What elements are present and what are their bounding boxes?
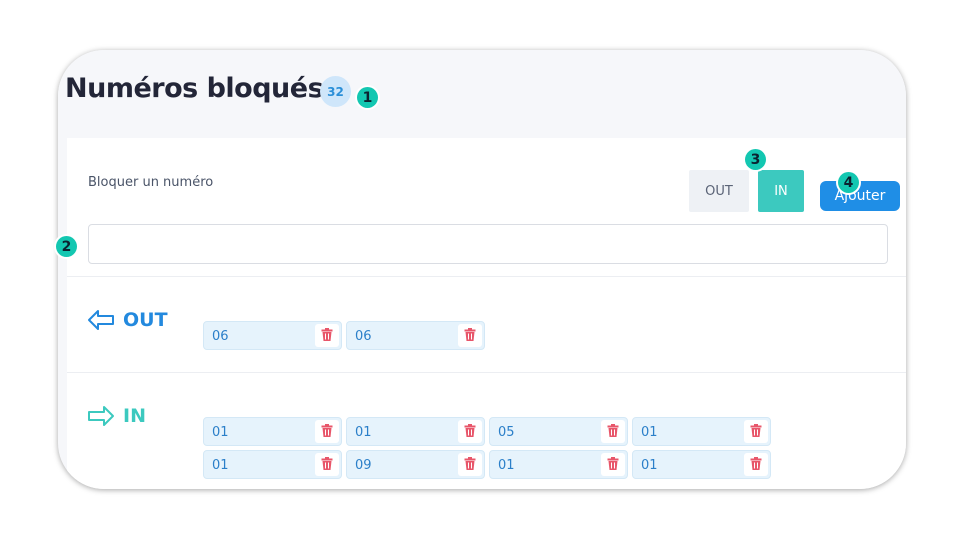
section-out-title: OUT [123, 309, 168, 331]
app-window: Numéros bloqués 32 Bloquer un numéro OUT… [58, 50, 906, 489]
trash-icon [321, 327, 333, 344]
number-value: 01 [212, 458, 229, 473]
number-chip: 01 [632, 450, 771, 479]
trash-icon [321, 423, 333, 440]
callout-marker-3: 3 [745, 149, 766, 170]
number-chip: 01 [632, 417, 771, 446]
delete-button[interactable] [315, 324, 339, 347]
number-chip: 01 [346, 417, 485, 446]
count-badge: 32 [320, 76, 351, 107]
delete-button[interactable] [458, 420, 482, 443]
trash-icon [750, 456, 762, 473]
callout-marker-4: 4 [838, 172, 859, 193]
divider [67, 372, 906, 373]
number-chip: 05 [489, 417, 628, 446]
trash-icon [464, 456, 476, 473]
number-value: 01 [498, 458, 515, 473]
out-number-list: 06 06 [203, 321, 771, 350]
callout-marker-1: 1 [357, 87, 378, 108]
delete-button[interactable] [458, 324, 482, 347]
number-value: 01 [641, 458, 658, 473]
number-chip: 09 [346, 450, 485, 479]
number-chip: 01 [489, 450, 628, 479]
direction-out-button[interactable]: OUT [689, 170, 749, 212]
section-in-header: IN [87, 405, 146, 427]
trash-icon [464, 423, 476, 440]
add-button[interactable]: Ajouter [820, 181, 900, 211]
number-value: 06 [212, 329, 229, 344]
block-panel: Bloquer un numéro OUT IN Ajouter OUT 06 [67, 138, 906, 489]
number-value: 09 [355, 458, 372, 473]
direction-in-button[interactable]: IN [758, 170, 804, 212]
number-chip: 01 [203, 450, 342, 479]
number-input[interactable] [88, 224, 888, 264]
arrow-right-icon [87, 405, 115, 427]
trash-icon [607, 456, 619, 473]
delete-button[interactable] [315, 420, 339, 443]
number-chip: 01 [203, 417, 342, 446]
section-in-title: IN [123, 405, 146, 427]
in-number-list: 01 01 05 01 01 09 01 01 [203, 417, 771, 479]
delete-button[interactable] [458, 453, 482, 476]
trash-icon [750, 423, 762, 440]
number-value: 01 [212, 425, 229, 440]
page-title: Numéros bloqués [65, 73, 324, 104]
trash-icon [321, 456, 333, 473]
number-chip: 06 [346, 321, 485, 350]
number-value: 06 [355, 329, 372, 344]
delete-button[interactable] [601, 453, 625, 476]
callout-marker-2: 2 [56, 236, 77, 257]
number-chip: 06 [203, 321, 342, 350]
delete-button[interactable] [744, 453, 768, 476]
number-value: 01 [355, 425, 372, 440]
section-out-header: OUT [87, 309, 168, 331]
delete-button[interactable] [315, 453, 339, 476]
trash-icon [607, 423, 619, 440]
number-value: 01 [641, 425, 658, 440]
arrow-left-icon [87, 309, 115, 331]
number-value: 05 [498, 425, 515, 440]
page-header: Numéros bloqués 32 [58, 50, 906, 138]
block-number-label: Bloquer un numéro [88, 175, 214, 190]
delete-button[interactable] [744, 420, 768, 443]
divider [67, 276, 906, 277]
delete-button[interactable] [601, 420, 625, 443]
trash-icon [464, 327, 476, 344]
